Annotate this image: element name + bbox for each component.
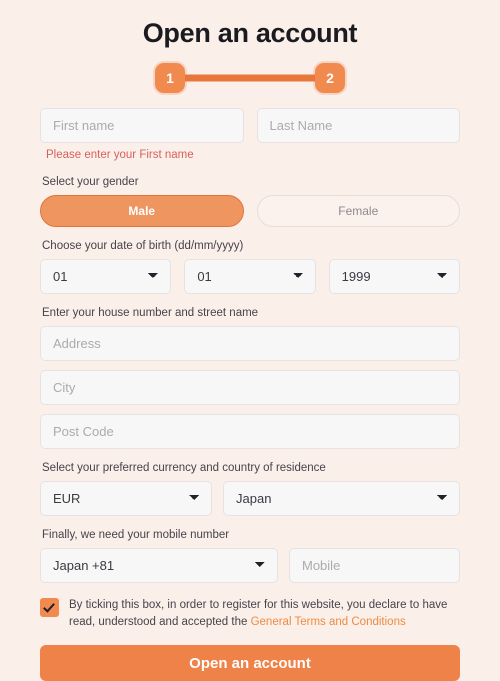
step-connector-bar xyxy=(169,74,331,82)
registration-form-page: Open an account 1 2 Please enter your Fi… xyxy=(0,0,500,681)
address-label: Enter your house number and street name xyxy=(42,307,259,320)
first-name-error-message: Please enter your First name xyxy=(46,149,194,162)
terms-row: By ticking this box, in order to registe… xyxy=(40,597,460,630)
country-select[interactable]: Japan xyxy=(223,480,460,516)
dial-code-select[interactable]: Japan +81 xyxy=(40,547,278,583)
terms-text: By ticking this box, in order to registe… xyxy=(69,597,460,630)
dob-month-select[interactable]: 01 xyxy=(184,259,316,295)
address-section: Enter your house number and street name xyxy=(40,306,460,449)
open-account-submit-button[interactable]: Open an account xyxy=(40,645,460,681)
date-of-birth-label: Choose your date of birth (dd/mm/yyyy) xyxy=(42,240,244,253)
post-code-input[interactable] xyxy=(40,414,460,449)
currency-country-label: Select your preferred currency and count… xyxy=(42,462,326,474)
address-input[interactable] xyxy=(40,326,460,361)
gender-section: Select your gender Male Female xyxy=(40,175,460,228)
name-row: Please enter your First name xyxy=(40,108,460,163)
terms-checkbox[interactable] xyxy=(40,597,59,617)
gender-label: Select your gender xyxy=(42,176,139,189)
gender-option-male[interactable]: Male xyxy=(40,195,244,228)
mobile-label: Finally, we need your mobile number xyxy=(42,528,230,541)
date-of-birth-section: Choose your date of birth (dd/mm/yyyy) 0… xyxy=(40,239,460,295)
terms-and-conditions-link[interactable]: General Terms and Conditions xyxy=(251,616,406,628)
dob-year-select[interactable]: 1999 xyxy=(328,259,460,295)
mobile-section: Finally, we need your mobile number Japa… xyxy=(40,528,460,583)
step-2-badge[interactable]: 2 xyxy=(315,63,345,94)
step-1-badge[interactable]: 1 xyxy=(155,63,185,94)
first-name-input[interactable] xyxy=(40,108,244,144)
last-name-input[interactable] xyxy=(256,108,460,144)
city-input[interactable] xyxy=(40,370,460,405)
currency-select[interactable]: EUR xyxy=(40,480,212,516)
currency-country-section: Select your preferred currency and count… xyxy=(40,461,460,516)
step-indicator: 1 2 xyxy=(155,62,345,94)
gender-option-female[interactable]: Female xyxy=(256,195,460,228)
page-title: Open an account xyxy=(142,18,358,48)
dob-day-select[interactable]: 01 xyxy=(40,259,172,295)
mobile-number-input[interactable] xyxy=(289,547,460,583)
